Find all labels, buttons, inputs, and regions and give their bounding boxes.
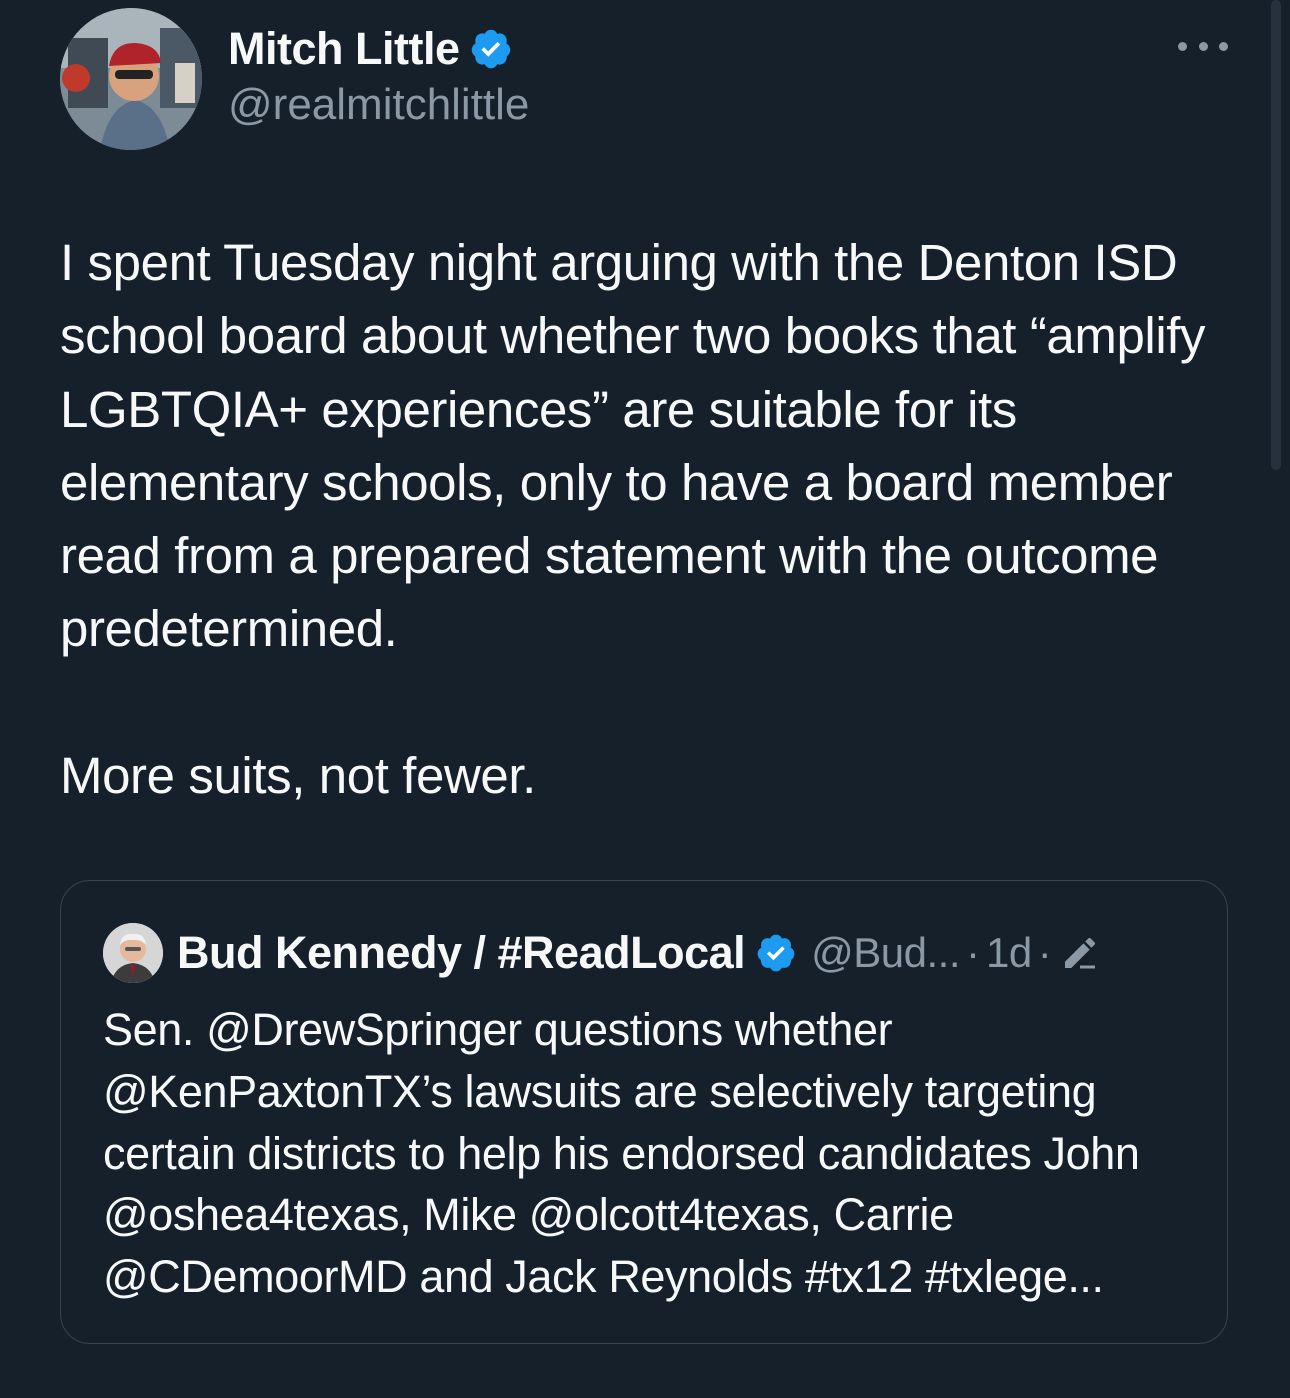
author-avatar[interactable] (60, 8, 202, 150)
meta-separator: · (1037, 929, 1052, 976)
quoted-author-avatar[interactable] (103, 923, 163, 983)
author-handle[interactable]: @realmitchlittle (228, 80, 529, 130)
edit-pencil-icon[interactable] (1060, 933, 1100, 973)
scrollbar[interactable] (1271, 0, 1281, 470)
tweet-text: I spent Tuesday night arguing with the D… (60, 234, 1206, 805)
more-dot (1198, 41, 1208, 51)
author-info: Mitch Little @realmitchlittle (228, 22, 529, 130)
quoted-author-handle[interactable]: @Bud... (811, 929, 960, 977)
more-dot (1178, 41, 1187, 51)
quoted-verified-badge-icon[interactable] (755, 932, 797, 974)
verified-badge-icon[interactable] (469, 27, 513, 71)
more-options-icon[interactable] (1178, 36, 1228, 56)
author-name-row: Mitch Little (228, 22, 529, 76)
quoted-tweet-header: Bud Kennedy / #ReadLocal @Bud... · 1d · (103, 921, 1100, 985)
quoted-tweet-text: Sen. @DrewSpringer questions whether @Ke… (103, 1004, 1140, 1303)
quoted-author-name[interactable]: Bud Kennedy / #ReadLocal (177, 927, 746, 979)
meta-separator: · (966, 929, 980, 976)
quoted-tweet-time[interactable]: 1d (986, 929, 1032, 977)
quoted-tweet-card[interactable]: Bud Kennedy / #ReadLocal @Bud... · 1d · … (60, 880, 1228, 1344)
tweet: Mitch Little @realmitchlittle I spent Tu… (0, 0, 1290, 1398)
author-display-name[interactable]: Mitch Little (228, 23, 460, 75)
more-dot (1219, 41, 1228, 51)
